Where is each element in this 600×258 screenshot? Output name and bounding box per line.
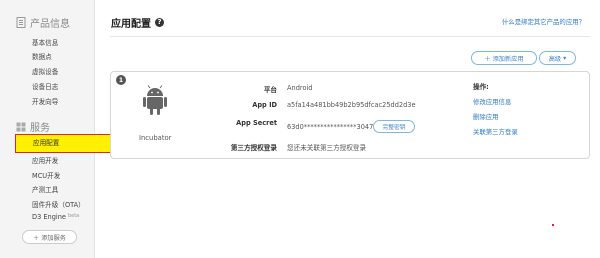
platform-label: 平台 [263, 86, 277, 94]
app-secret-label: App Secret [236, 119, 277, 127]
appid-value: a5fa14a481bb49b2b95dfcac25dd2d3e [287, 101, 416, 109]
sidebar-section-title: 服务 [30, 123, 50, 134]
sidebar-item-mcu-dev[interactable]: MCU开发 [32, 170, 60, 180]
app-secret-value: 63d0****************3047 [287, 123, 374, 131]
page-title: 应用配置 ? [111, 15, 164, 30]
chevron-down-icon: ▾ [563, 54, 567, 62]
sidebar-section-title: 产品信息 [30, 19, 70, 30]
add-service-button[interactable]: ＋ 添加服务 [22, 230, 77, 244]
operations-title: 操作: [473, 83, 489, 91]
document-icon [16, 17, 26, 28]
beta-badge: beta [67, 213, 80, 219]
sidebar-item-d3-engine[interactable]: D3 Engine beta [32, 213, 79, 221]
cursor-dot [552, 224, 554, 226]
advanced-dropdown-button[interactable]: 高级 ▾ [539, 51, 576, 65]
sidebar-item-basic-info[interactable]: 基本信息 [32, 37, 58, 47]
sidebar-item-firmware-ota[interactable]: 固件升级（OTA） [32, 199, 85, 209]
d3-engine-label: D3 Engine [32, 213, 66, 221]
android-icon [143, 84, 167, 120]
edit-app-link[interactable]: 修改应用信息 [473, 97, 511, 106]
delete-app-link[interactable]: 删除应用 [473, 112, 499, 121]
sidebar-section-services: 服务 [16, 119, 50, 134]
sidebar-item-app-config[interactable]: 应用配置 [15, 134, 113, 153]
add-app-button[interactable]: ＋ 添加新应用 [471, 51, 537, 65]
help-icon[interactable]: ? [155, 18, 164, 27]
sidebar-section-product-info: 产品信息 [16, 15, 70, 30]
sidebar-item-app-dev[interactable]: 应用开发 [32, 155, 58, 165]
advanced-label: 高级 [548, 55, 562, 63]
third-party-login-label: 第三方授权登录 [230, 144, 277, 152]
show-full-secret-button[interactable]: 完整密钥 [373, 120, 415, 133]
sidebar-item-device-log[interactable]: 设备日志 [32, 81, 58, 91]
help-link[interactable]: 什么是绑定其它产品的应用？ [502, 17, 585, 26]
sidebar-item-data-points[interactable]: 数据点 [32, 51, 52, 61]
appid-label: App ID [252, 101, 277, 109]
service-icon [16, 122, 26, 132]
sidebar-item-production-tools[interactable]: 产测工具 [32, 184, 58, 194]
app-name: Incubator [139, 134, 172, 142]
app-index-badge: 1 [116, 75, 126, 85]
link-third-party-login-link[interactable]: 关联第三方登录 [473, 127, 518, 136]
third-party-login-value: 您还未关联第三方授权登录 [287, 144, 367, 152]
page-title-text: 应用配置 [111, 19, 151, 30]
sidebar: 产品信息 基本信息 数据点 虚拟设备 设备日志 开发向导 服务 应用配置 应用开… [0, 0, 113, 258]
app-card: 1 Incubator 平台 Android App ID a5fa14a481… [110, 71, 590, 159]
platform-value: Android [287, 84, 313, 92]
header-divider [110, 36, 590, 37]
sidebar-item-dev-guide[interactable]: 开发向导 [32, 96, 58, 106]
sidebar-item-virtual-device[interactable]: 虚拟设备 [32, 66, 58, 76]
